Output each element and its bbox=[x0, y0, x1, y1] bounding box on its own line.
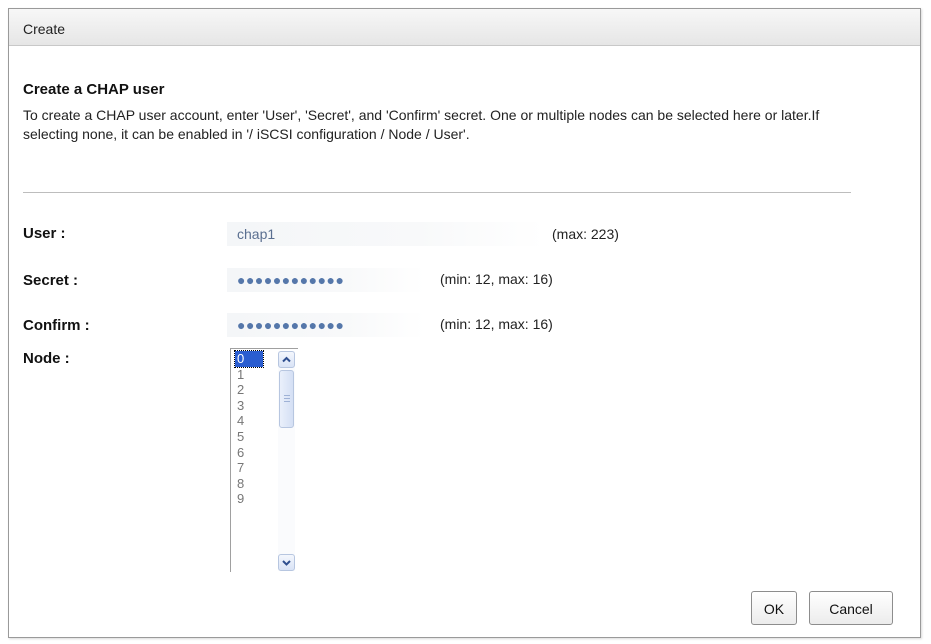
description-text: To create a CHAP user account, enter 'Us… bbox=[23, 107, 820, 142]
node-option[interactable]: 5 bbox=[235, 429, 263, 445]
chevron-down-icon bbox=[282, 560, 291, 566]
confirm-input[interactable] bbox=[227, 313, 425, 337]
node-option[interactable]: 0 bbox=[234, 350, 264, 368]
node-option[interactable]: 6 bbox=[235, 445, 263, 461]
node-listbox[interactable]: 0 1 2 3 4 5 6 7 8 9 bbox=[230, 348, 298, 572]
node-option[interactable]: 4 bbox=[235, 413, 263, 429]
user-hint: (max: 223) bbox=[552, 226, 619, 242]
ok-button[interactable]: OK bbox=[751, 591, 797, 625]
secret-input[interactable] bbox=[227, 268, 425, 292]
node-option[interactable]: 8 bbox=[235, 476, 263, 492]
cancel-button[interactable]: Cancel bbox=[809, 591, 893, 625]
node-option[interactable]: 2 bbox=[235, 382, 263, 398]
confirm-label: Confirm : bbox=[23, 317, 90, 334]
node-listbox-scrollbar[interactable] bbox=[278, 351, 295, 571]
confirm-hint: (min: 12, max: 16) bbox=[440, 316, 553, 332]
secret-label: Secret : bbox=[23, 272, 79, 289]
node-option[interactable]: 9 bbox=[235, 491, 263, 507]
node-options: 0 1 2 3 4 5 6 7 8 9 bbox=[234, 350, 264, 507]
dialog-title: Create bbox=[23, 21, 66, 37]
secret-hint: (min: 12, max: 16) bbox=[440, 271, 553, 287]
node-option[interactable]: 7 bbox=[235, 460, 263, 476]
node-option[interactable]: 3 bbox=[235, 398, 263, 414]
section-heading: Create a CHAP user bbox=[23, 81, 165, 98]
scroll-up-button[interactable] bbox=[278, 351, 295, 368]
scroll-down-button[interactable] bbox=[278, 554, 295, 571]
node-option[interactable]: 1 bbox=[235, 367, 263, 383]
chevron-up-icon bbox=[282, 356, 291, 363]
dialog-titlebar: Create bbox=[9, 9, 920, 46]
divider bbox=[23, 192, 851, 193]
scroll-thumb[interactable] bbox=[279, 370, 294, 428]
create-chap-user-dialog: Create Create a CHAP user To create a CH… bbox=[8, 8, 921, 638]
node-label: Node : bbox=[23, 350, 70, 367]
user-label: User : bbox=[23, 225, 66, 242]
user-input[interactable] bbox=[227, 222, 545, 246]
